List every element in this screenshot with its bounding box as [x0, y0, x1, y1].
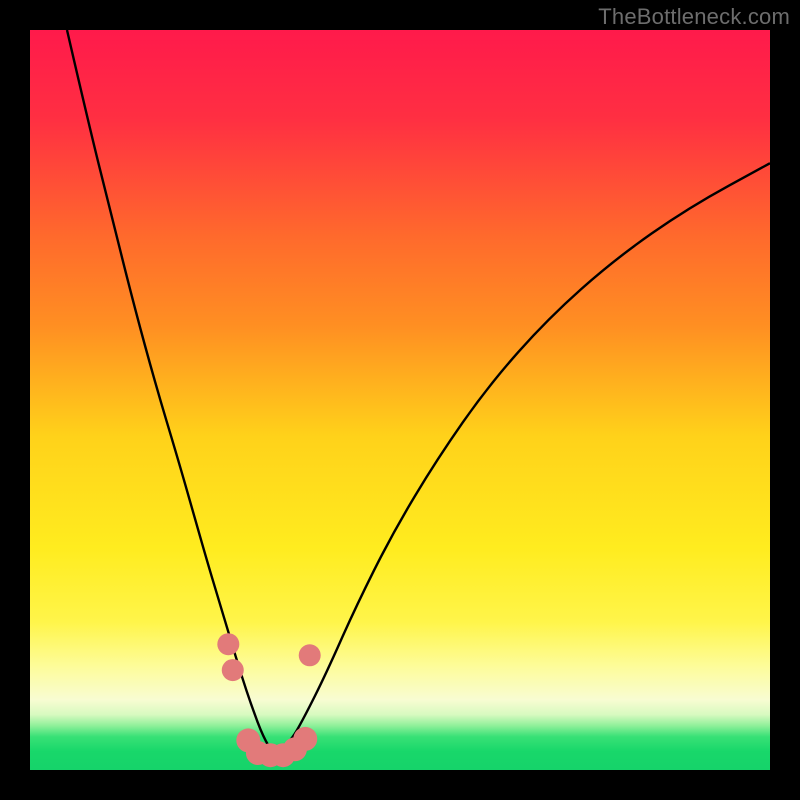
plot-svg — [30, 30, 770, 770]
watermark-text: TheBottleneck.com — [598, 4, 790, 30]
data-marker — [293, 727, 317, 751]
gradient-background — [30, 30, 770, 770]
bottleneck-plot — [30, 30, 770, 770]
chart-container: TheBottleneck.com — [0, 0, 800, 800]
data-marker — [299, 644, 321, 666]
data-marker — [217, 633, 239, 655]
data-marker — [222, 659, 244, 681]
